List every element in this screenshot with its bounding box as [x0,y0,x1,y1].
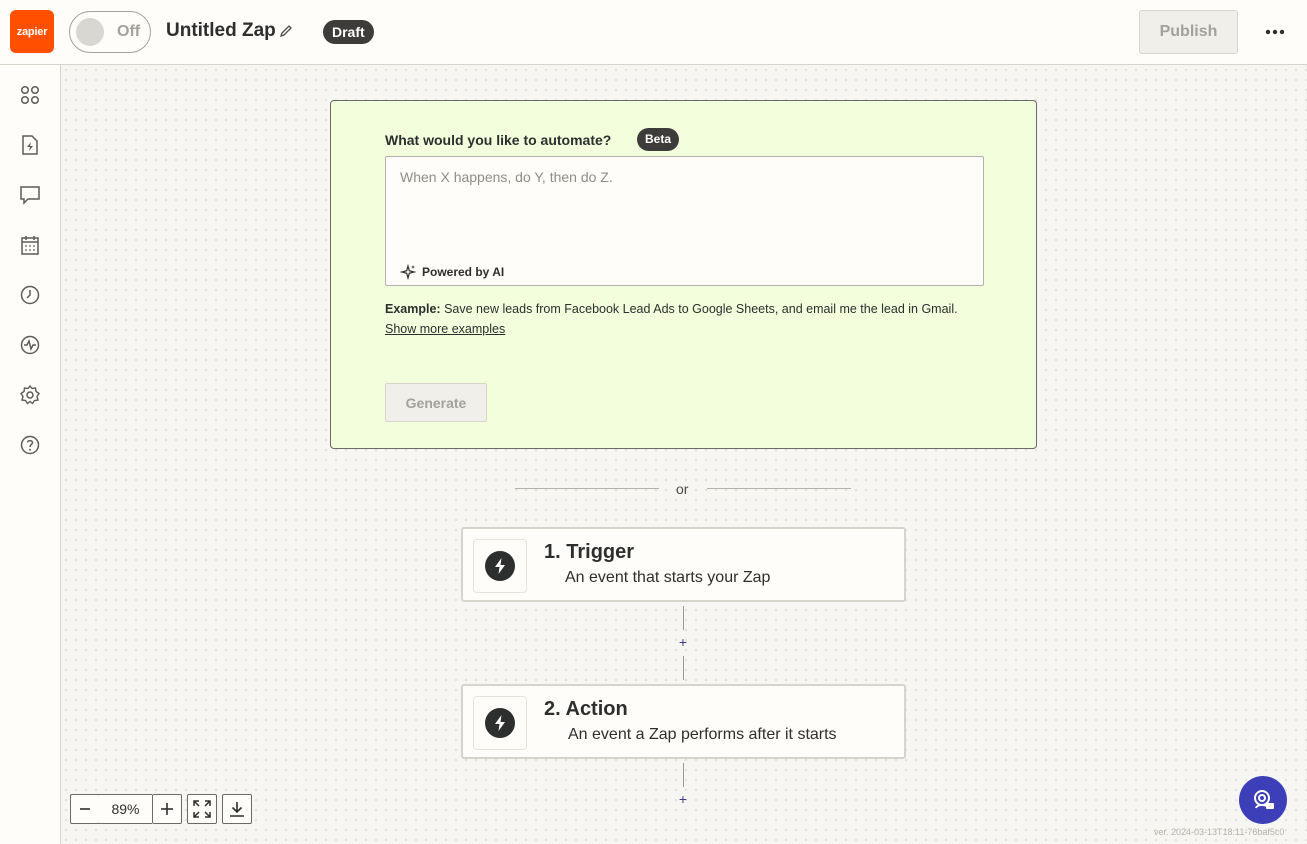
comment-icon[interactable] [18,183,42,207]
support-agent-icon [1254,790,1274,809]
action-step-card[interactable]: 2. Action An event a Zap performs after … [461,684,906,759]
zoom-in-button[interactable] [152,794,182,824]
ai-prompt-label: What would you like to automate? [385,132,612,148]
settings-icon[interactable] [18,383,42,407]
divider-line-left [515,488,659,489]
trigger-icon-box [473,539,527,593]
action-step-description: An event a Zap performs after it starts [568,726,837,743]
support-chat-button[interactable] [1239,776,1287,824]
sparkle-icon [400,264,416,280]
calendar-icon[interactable] [18,233,42,257]
apps-icon[interactable] [18,83,42,107]
divider-line-right [707,488,851,489]
help-icon[interactable] [18,433,42,457]
bolt-icon [485,551,515,581]
pencil-icon[interactable] [279,24,293,38]
add-step-button[interactable]: + [677,791,689,807]
connector-line [683,606,684,630]
powered-by-ai-label: Powered by AI [422,265,505,279]
zap-title[interactable]: Untitled Zap [166,20,276,42]
bolt-icon [485,708,515,738]
download-button[interactable] [222,794,252,824]
zap-on-off-toggle[interactable]: Off [69,11,151,53]
example-text: Example: Save new leads from Facebook Le… [385,302,958,316]
ai-prompt-input[interactable]: When X happens, do Y, then do Z. Powered… [385,156,984,286]
zapier-logo[interactable]: zapier [10,10,54,53]
add-step-button[interactable]: + [677,634,689,650]
example-prefix: Example: [385,302,441,316]
toggle-knob [76,18,104,46]
connector-line [683,656,684,680]
trigger-step-description: An event that starts your Zap [565,569,771,586]
toggle-label: Off [117,23,141,40]
publish-button[interactable]: Publish [1139,10,1238,54]
activity-icon[interactable] [18,333,42,357]
plus-icon [161,803,173,815]
action-icon-box [473,696,527,750]
left-sidebar [0,65,61,844]
zap-file-icon[interactable] [18,133,42,157]
show-more-examples-link[interactable]: Show more examples [385,322,505,336]
status-badge: Draft [323,20,374,44]
action-step-title: 2. Action [544,698,628,720]
or-divider-text: or [676,481,689,497]
generate-button[interactable]: Generate [385,383,487,422]
more-horizontal-icon[interactable] [1263,23,1287,41]
zoom-out-button[interactable] [70,794,100,824]
ai-builder-panel: What would you like to automate? Beta Wh… [330,100,1037,449]
minus-icon [80,808,90,810]
download-icon [230,802,244,817]
trigger-step-card[interactable]: 1. Trigger An event that starts your Zap [461,527,906,602]
top-header: zapier Off Untitled Zap Draft Publish [0,0,1307,65]
zoom-level: 89% [99,794,152,824]
fit-to-screen-button[interactable] [187,794,217,824]
connector-line [683,763,684,787]
history-icon[interactable] [18,283,42,307]
version-label: ver. 2024-03-13T18:11-76baf5c0 [1154,827,1285,837]
beta-badge: Beta [637,128,680,151]
expand-icon [193,800,211,818]
example-body: Save new leads from Facebook Lead Ads to… [444,302,958,316]
trigger-step-title: 1. Trigger [544,541,635,563]
ai-prompt-placeholder: When X happens, do Y, then do Z. [400,169,613,185]
